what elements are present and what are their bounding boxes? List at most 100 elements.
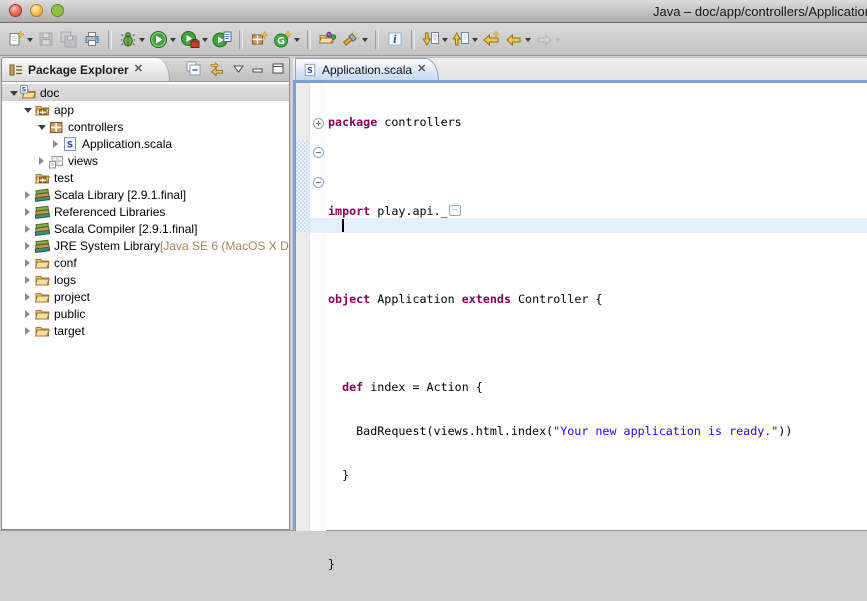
debug-button[interactable] [117,26,147,52]
tree-item-referenced-libraries[interactable]: Referenced Libraries [2,203,289,220]
search-button[interactable] [339,26,370,52]
expand-arrow-icon[interactable] [49,140,62,148]
tree-item-public[interactable]: public [2,305,289,322]
link-with-editor-icon[interactable] [209,61,225,76]
new-java-package-button[interactable] [248,26,271,52]
new-wizard-dropdown[interactable] [27,38,33,45]
forward-button[interactable] [533,26,563,52]
tree-item-app[interactable]: app [2,101,289,118]
zoom-button[interactable] [51,4,64,17]
save-all-button[interactable] [57,26,81,52]
library-icon [34,187,50,203]
back-button[interactable] [503,26,533,52]
save-button[interactable] [35,26,57,52]
new-wizard-button[interactable] [5,26,35,52]
tree-item-doc[interactable]: doc [2,84,289,101]
debug-dropdown[interactable] [139,38,145,45]
code-text: Application [370,292,461,306]
code-line [328,160,867,175]
expand-arrow-icon[interactable] [21,259,34,267]
collapsed-region-indicator[interactable] [449,205,461,216]
run-button[interactable] [147,26,178,52]
toolbar-separator [108,30,112,49]
expand-arrow-icon[interactable] [35,157,48,165]
tree-item-scala-compiler[interactable]: Scala Compiler [2.9.1.final] [2,220,289,237]
collapse-arrow-icon[interactable] [35,124,48,130]
expand-fold-icon[interactable] [313,118,324,129]
search-dropdown[interactable] [362,38,368,45]
tree-item-logs[interactable]: logs [2,271,289,288]
expand-arrow-icon[interactable] [21,208,34,216]
collapse-fold-icon[interactable] [313,177,324,188]
run-last-launched-button[interactable] [210,26,234,52]
tree-item-application-scala[interactable]: Application.scala [2,135,289,152]
tree-item-conf[interactable]: conf [2,254,289,271]
close-button[interactable] [9,4,22,17]
package-explorer-title: Package Explorer [28,63,129,77]
code-text: index = Action { [363,380,483,394]
code-line: } [328,468,867,483]
tree-item-controllers[interactable]: controllers [2,118,289,135]
toolbar-separator [411,30,415,49]
next-annotation-button[interactable] [420,26,450,52]
tree-item-views[interactable]: views [2,152,289,169]
maximize-view-icon[interactable] [272,63,284,74]
close-view-icon[interactable]: ✕ [134,64,143,75]
previous-annotation-button[interactable] [450,26,480,52]
editor-body: package controllers import play.api._ ob… [293,83,867,531]
collapse-arrow-icon[interactable] [7,90,20,96]
external-tools-dropdown[interactable] [202,38,208,45]
code-text: Controller { [511,292,602,306]
keyword: extends [462,292,511,306]
forward-dropdown[interactable] [555,38,561,45]
package-explorer-tab[interactable]: Package Explorer ✕ [2,58,170,81]
close-tab-icon[interactable]: ✕ [417,64,426,75]
code-text: controllers [377,115,461,129]
tree-item-label: Scala Library [2.9.1.final] [54,188,186,202]
view-menu-icon[interactable] [233,65,244,73]
expand-arrow-icon[interactable] [21,276,34,284]
folder-icon [34,289,50,305]
expand-arrow-icon[interactable] [21,242,34,250]
tree-item-project[interactable]: project [2,288,289,305]
expand-arrow-icon[interactable] [21,293,34,301]
last-edit-location-button[interactable] [480,26,503,52]
collapse-all-icon[interactable] [186,61,201,76]
annotation-ruler[interactable] [296,83,310,531]
tree-item-target[interactable]: target [2,322,289,339]
run-dropdown[interactable] [170,38,176,45]
tree-item-decoration: [Java SE 6 (MacOS X Def [160,239,290,253]
minimize-view-icon[interactable] [252,64,264,74]
range-indicator [296,140,309,232]
expand-arrow-icon[interactable] [21,310,34,318]
new-java-class-button[interactable]: G [271,26,302,52]
previous-annotation-dropdown[interactable] [472,38,478,45]
toolbar-separator [375,30,379,49]
package-folder-icon [34,102,50,118]
tree-item-scala-library[interactable]: Scala Library [2.9.1.final] [2,186,289,203]
code-text: BadRequest(views.html.index( [328,424,553,438]
tree-item-test[interactable]: test [2,169,289,186]
code-editor[interactable]: package controllers import play.api._ ob… [326,83,867,531]
info-button[interactable]: i [384,26,406,52]
editor-tab-application-scala[interactable]: Application.scala ✕ [295,58,439,80]
expand-arrow-icon[interactable] [21,327,34,335]
external-tools-button[interactable] [178,26,210,52]
code-line: package controllers [328,115,867,130]
open-element-button[interactable] [316,26,339,52]
code-line: BadRequest(views.html.index("Your new ap… [328,424,867,439]
expand-arrow-icon[interactable] [21,191,34,199]
minimize-button[interactable] [30,4,43,17]
tree-item-label: app [54,103,74,117]
toolbar-separator [307,30,311,49]
collapse-arrow-icon[interactable] [21,107,34,113]
expand-arrow-icon[interactable] [21,225,34,233]
tree-item-jre-system-library[interactable]: JRE System Library [Java SE 6 (MacOS X D… [2,237,289,254]
folder-icon [34,306,50,322]
new-java-class-dropdown[interactable] [294,38,300,45]
collapse-fold-icon[interactable] [313,147,324,158]
back-dropdown[interactable] [525,38,531,45]
next-annotation-dropdown[interactable] [442,38,448,45]
keyword: object [328,292,370,306]
print-button[interactable] [81,26,103,52]
